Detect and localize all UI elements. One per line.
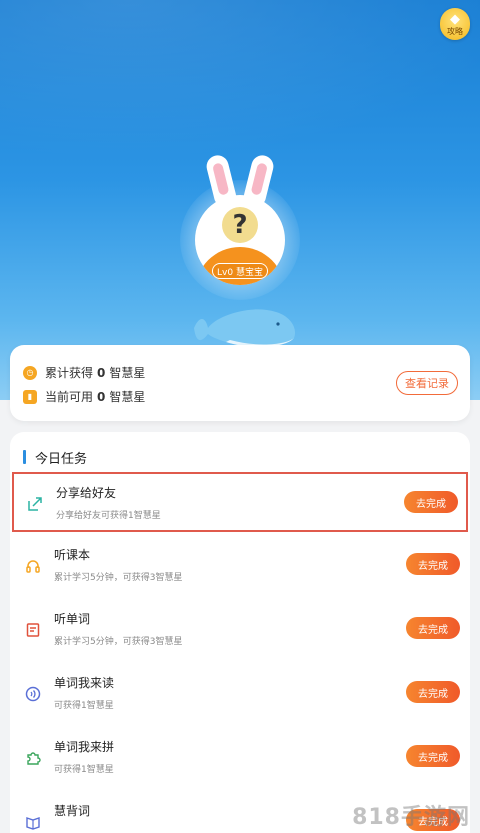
watermark: 818手游网 bbox=[352, 805, 470, 830]
task-desc: 可获得1智慧星 bbox=[54, 765, 114, 775]
task-name: 单词我来读 bbox=[54, 676, 115, 690]
tasks-title-text: 今日任务 bbox=[35, 451, 88, 467]
task-name: 听单词 bbox=[54, 612, 91, 626]
task-desc: 累计学习5分钟，可获得3智慧星 bbox=[54, 573, 183, 583]
task-desc: 可获得1智慧星 bbox=[54, 701, 114, 711]
level-badge: Lv0 慧宝宝 bbox=[212, 263, 268, 279]
view-record-button[interactable]: 查看记录 bbox=[396, 371, 458, 395]
note-icon bbox=[24, 621, 42, 639]
task-name: 分享给好友 bbox=[56, 486, 117, 500]
available-prefix: 当前可用 bbox=[45, 390, 94, 404]
guide-label: 攻略 bbox=[447, 26, 463, 36]
title-accent-bar bbox=[23, 450, 26, 464]
hero-wave-decoration bbox=[0, 0, 480, 160]
task-share: 分享给好友 分享给好友可获得1智慧星 去完成 bbox=[12, 472, 468, 532]
task-desc: 分享给好友可获得1智慧星 bbox=[56, 511, 161, 521]
hero-banner: ◆ 攻略 ? Lv0 慧宝宝 bbox=[0, 0, 480, 400]
task-read-words: 单词我来读 可获得1智慧星 去完成 bbox=[10, 664, 470, 724]
task-name: 慧背词 bbox=[54, 804, 91, 818]
available-suffix: 智慧星 bbox=[109, 390, 146, 404]
task-listen-textbook: 听课本 累计学习5分钟，可获得3智慧星 去完成 bbox=[10, 536, 470, 596]
total-suffix: 智慧星 bbox=[109, 366, 146, 380]
clock-icon: ◷ bbox=[23, 365, 37, 380]
task-name: 单词我来拼 bbox=[54, 740, 115, 754]
go-complete-button[interactable]: 去完成 bbox=[406, 553, 460, 575]
stats-card: ◷ 累计获得 0 智慧星 ▮ 当前可用 0 智慧星 查看记录 bbox=[10, 345, 470, 421]
go-complete-button[interactable]: 去完成 bbox=[406, 745, 460, 767]
share-icon bbox=[26, 495, 44, 513]
total-prefix: 累计获得 bbox=[45, 366, 94, 380]
task-listen-words: 听单词 累计学习5分钟，可获得3智慧星 去完成 bbox=[10, 600, 470, 660]
book-icon bbox=[24, 813, 42, 831]
tasks-section-title: 今日任务 bbox=[23, 449, 88, 467]
go-complete-button[interactable]: 去完成 bbox=[406, 681, 460, 703]
question-mark-icon: ? bbox=[222, 207, 258, 243]
guide-button[interactable]: ◆ 攻略 bbox=[440, 8, 470, 40]
available-stars-row: ▮ 当前可用 0 智慧星 bbox=[23, 388, 145, 405]
chart-icon: ▮ bbox=[23, 389, 37, 404]
speaker-icon bbox=[24, 685, 42, 703]
task-name: 听课本 bbox=[54, 548, 91, 562]
task-spell-words: 单词我来拼 可获得1智慧星 去完成 bbox=[10, 728, 470, 788]
avatar[interactable]: ? Lv0 慧宝宝 bbox=[180, 153, 300, 300]
tasks-card: 今日任务 分享给好友 分享给好友可获得1智慧星 去完成 听课本 累计学习5分钟，… bbox=[10, 432, 470, 833]
total-value: 0 bbox=[97, 365, 106, 380]
total-stars-row: ◷ 累计获得 0 智慧星 bbox=[23, 364, 145, 381]
available-value: 0 bbox=[97, 389, 106, 404]
go-complete-button[interactable]: 去完成 bbox=[404, 491, 458, 513]
task-desc: 累计学习5分钟，可获得3智慧星 bbox=[54, 637, 183, 647]
go-complete-button[interactable]: 去完成 bbox=[406, 617, 460, 639]
headphones-icon bbox=[24, 557, 42, 575]
puzzle-icon bbox=[24, 749, 42, 767]
diamond-icon: ◆ bbox=[450, 11, 460, 27]
